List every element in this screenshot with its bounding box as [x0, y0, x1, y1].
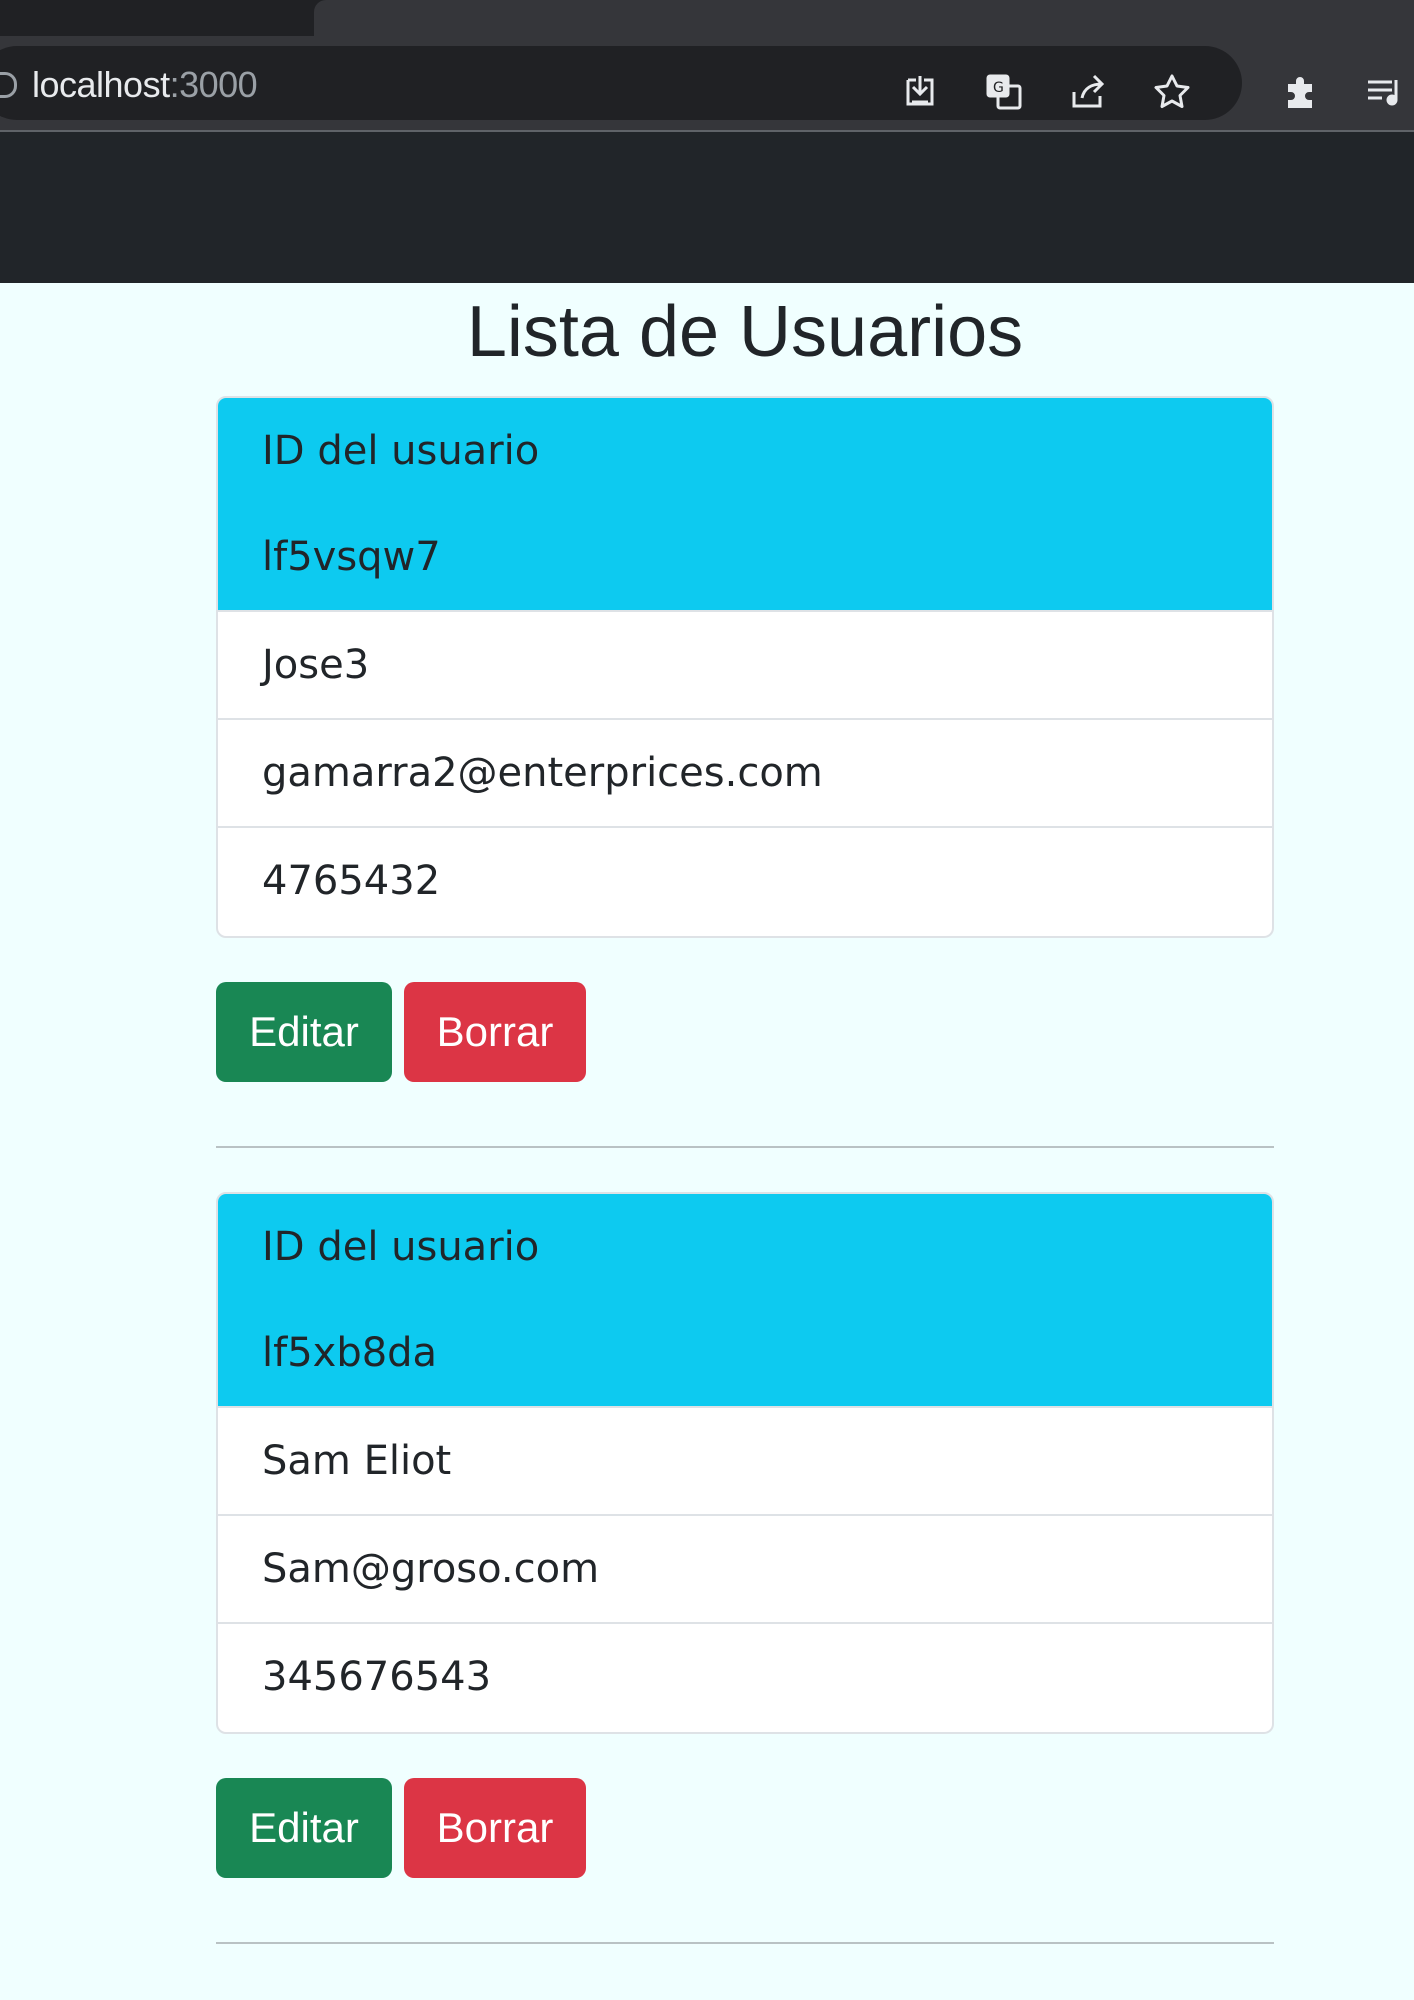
- user-name: Jose3: [262, 642, 370, 688]
- user-name: Sam Eliot: [262, 1438, 452, 1484]
- user-id-label: ID del usuario: [262, 428, 540, 474]
- user-card-header: ID del usuario lf5vsqw7: [218, 398, 1272, 610]
- user-phone: 345676543: [262, 1654, 492, 1700]
- url-text: localhost:3000: [32, 64, 258, 106]
- install-icon[interactable]: [896, 68, 944, 116]
- delete-button[interactable]: Borrar: [404, 982, 586, 1082]
- browser-active-tab[interactable]: [314, 0, 1414, 36]
- browser-tab-strip: [0, 0, 1414, 36]
- edit-button[interactable]: Editar: [216, 1778, 392, 1878]
- user-id-value: lf5vsqw7: [262, 534, 441, 580]
- user-card-header: ID del usuario lf5xb8da: [218, 1194, 1272, 1406]
- user-phone: 4765432: [262, 858, 441, 904]
- reading-list-icon[interactable]: [1360, 68, 1408, 116]
- user-id-value: lf5xb8da: [262, 1330, 438, 1376]
- user-name-row: Jose3: [218, 610, 1272, 718]
- delete-button[interactable]: Borrar: [404, 1778, 586, 1878]
- user-phone-row: 4765432: [218, 826, 1272, 934]
- extensions-icon[interactable]: [1276, 68, 1324, 116]
- user-email-row: Sam@groso.com: [218, 1514, 1272, 1622]
- address-bar[interactable]: localhost:3000 G: [0, 46, 1242, 120]
- user-email-row: gamarra2@enterprices.com: [218, 718, 1272, 826]
- site-info-icon[interactable]: [0, 72, 17, 98]
- user-entry: ID del usuario lf5xb8da Sam Eliot Sam@gr…: [216, 1192, 1274, 1944]
- user-id-label: ID del usuario: [262, 1224, 540, 1270]
- divider: [216, 1942, 1274, 1944]
- browser-toolbar: localhost:3000 G: [0, 36, 1414, 132]
- url-port: :3000: [169, 64, 258, 105]
- user-card: ID del usuario lf5vsqw7 Jose3 gamarra2@e…: [216, 396, 1274, 938]
- user-email: gamarra2@enterprices.com: [262, 750, 823, 796]
- svg-text:G: G: [993, 80, 1004, 96]
- user-card: ID del usuario lf5xb8da Sam Eliot Sam@gr…: [216, 1192, 1274, 1734]
- user-name-row: Sam Eliot: [218, 1406, 1272, 1514]
- user-entry: ID del usuario lf5vsqw7 Jose3 gamarra2@e…: [216, 396, 1274, 1148]
- app-navbar: [0, 132, 1414, 283]
- user-phone-row: 345676543: [218, 1622, 1272, 1730]
- url-host: localhost: [32, 64, 170, 105]
- user-email: Sam@groso.com: [262, 1546, 600, 1592]
- share-icon[interactable]: [1064, 68, 1112, 116]
- edit-button[interactable]: Editar: [216, 982, 392, 1082]
- divider: [216, 1146, 1274, 1148]
- translate-icon[interactable]: G: [980, 68, 1028, 116]
- bookmark-star-icon[interactable]: [1148, 68, 1196, 116]
- page-title: Lista de Usuarios: [466, 292, 1024, 372]
